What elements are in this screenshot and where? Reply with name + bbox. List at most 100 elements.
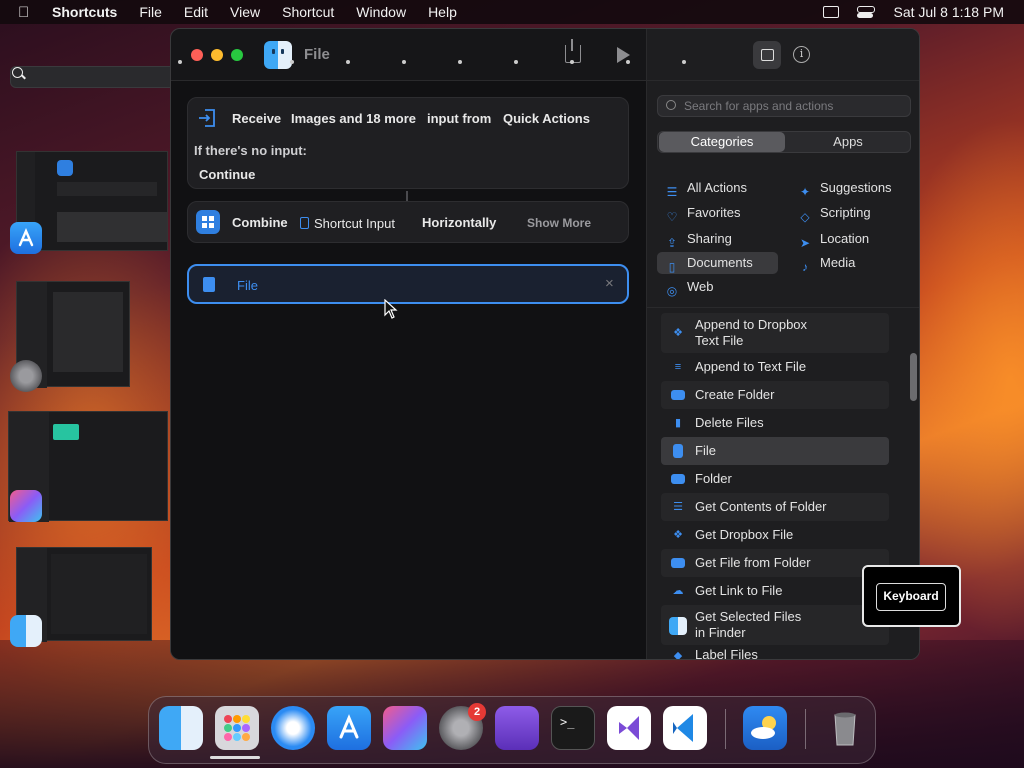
menu-window[interactable]: Window (356, 4, 406, 20)
dock-safari-icon[interactable] (271, 706, 315, 750)
dropbox-icon: ❖ (673, 529, 683, 541)
dock: >_ (148, 696, 876, 764)
action-label: Delete Files (695, 415, 764, 430)
dock-terminal-icon[interactable]: >_ (551, 706, 595, 750)
menu-shortcut[interactable]: Shortcut (282, 4, 334, 20)
category-scripting[interactable]: ◇ Scripting (790, 202, 910, 224)
dock-running-indicator (626, 60, 630, 64)
category-label: Documents (687, 255, 753, 270)
show-more-button[interactable]: Show More (527, 216, 591, 230)
remove-action-close-icon[interactable]: × (605, 275, 614, 292)
category-all-actions[interactable]: ☰ All Actions (657, 177, 777, 199)
mouse-pointer-icon (384, 299, 398, 319)
action-library-button[interactable] (753, 41, 781, 69)
action-label: File (695, 443, 716, 458)
dock-separator (725, 709, 726, 749)
search-icon (666, 100, 676, 110)
control-center-icon[interactable] (857, 5, 876, 19)
list-item-delete-files[interactable]: ▮ Delete Files (661, 409, 889, 437)
category-label: All Actions (687, 180, 747, 195)
menu-help[interactable]: Help (428, 4, 457, 20)
category-web[interactable]: ◎ Web (657, 276, 777, 298)
text-file-icon: ≡ (674, 361, 682, 373)
list-item-create-folder[interactable]: Create Folder (661, 381, 889, 409)
list-item-file[interactable]: File (661, 437, 889, 465)
category-sharing[interactable]: ⇪ Sharing (657, 228, 777, 250)
folder-icon (671, 558, 685, 568)
category-label: Location (820, 231, 870, 246)
combine-mode-token[interactable]: Horizontally (422, 215, 496, 230)
category-media[interactable]: ♪ Media (790, 252, 910, 274)
menu-app-name[interactable]: Shortcuts (52, 4, 117, 20)
list-item-label-files[interactable]: ◆ Label Files (661, 647, 889, 660)
dock-trash-icon[interactable] (823, 706, 867, 750)
shortcut-title[interactable]: File (304, 46, 330, 63)
no-input-continue-token[interactable]: Continue (199, 167, 255, 182)
list-item-get-link-to-file[interactable]: ☁ Get Link to File (661, 577, 889, 605)
dock-visual-studio-icon[interactable] (607, 706, 651, 750)
finder-icon (669, 617, 687, 635)
receive-icon (196, 106, 220, 130)
cloud-icon: ☁ (672, 585, 684, 597)
dock-launchpad-icon[interactable] (215, 706, 259, 750)
list-item-append-to-dropbox-text-file[interactable]: ❖ Append to Dropbox Text File (661, 313, 889, 353)
keyboard-overlay[interactable]: Keyboard (862, 565, 961, 627)
dock-finder-icon[interactable] (159, 706, 203, 750)
action-label: Create Folder (695, 387, 775, 402)
combine-input-token[interactable]: Shortcut Input (314, 216, 395, 231)
dock-weather-icon[interactable] (743, 706, 787, 750)
action-search-input[interactable]: Search for apps and actions (657, 95, 911, 117)
menu-view[interactable]: View (230, 4, 260, 20)
dock-app-icon-purple[interactable] (495, 706, 539, 750)
shortcut-finder-icon[interactable] (264, 41, 292, 69)
menu-clock[interactable]: Sat Jul 8 1:18 PM (893, 4, 1004, 20)
action-list-scrollbar[interactable] (910, 353, 917, 401)
menu-file[interactable]: File (139, 4, 162, 20)
list-item-get-contents-of-folder[interactable]: ☰ Get Contents of Folder (661, 493, 889, 521)
system-settings-badge: 2 (468, 703, 486, 721)
action-label: Folder (695, 471, 732, 486)
dock-app-store-icon[interactable] (327, 706, 371, 750)
dropbox-icon: ❖ (673, 327, 683, 339)
action-label: Get Link to File (695, 583, 783, 598)
combine-action-card[interactable]: Combine Shortcut Input Horizontally Show… (187, 201, 629, 243)
apple-menu-icon[interactable]:  (18, 4, 36, 21)
file-action-card[interactable]: File × (187, 264, 629, 304)
minimize-button[interactable] (211, 49, 223, 61)
document-icon: ▯ (668, 260, 676, 274)
dock-shortcuts-icon[interactable] (383, 706, 427, 750)
segment-categories[interactable]: Categories (659, 132, 785, 152)
keyboard-label: Keyboard (876, 583, 946, 611)
dock-running-indicator (402, 60, 406, 64)
tag-icon: ◆ (673, 650, 683, 660)
list-item-get-selected-files-in-finder[interactable]: Get Selected Files in Finder (661, 605, 889, 645)
compass-icon: ◎ (666, 284, 678, 298)
menu-edit[interactable]: Edit (184, 4, 208, 20)
list-item-get-dropbox-file[interactable]: ❖ Get Dropbox File (661, 521, 889, 549)
category-location[interactable]: ➤ Location (790, 228, 910, 250)
info-icon[interactable]: i (793, 46, 810, 63)
receive-source-token[interactable]: Quick Actions (503, 111, 590, 126)
action-label: Get Dropbox File (695, 527, 794, 542)
dock-running-indicator (682, 60, 686, 64)
category-suggestions[interactable]: ✦ Suggestions (790, 177, 910, 199)
segment-apps[interactable]: Apps (785, 132, 911, 152)
list-item-get-file-from-folder[interactable]: Get File from Folder (661, 549, 889, 577)
zoom-button[interactable] (231, 49, 243, 61)
category-favorites[interactable]: ♡ Favorites (657, 202, 777, 224)
sidebar-toolbar: i (647, 29, 919, 81)
dock-active-app-indicator (210, 756, 260, 759)
receive-types-token[interactable]: Images and 18 more (291, 111, 416, 126)
file-action-label[interactable]: File (237, 278, 258, 293)
no-input-label: If there's no input: (194, 143, 307, 158)
action-label: Get File from Folder (695, 555, 811, 570)
list-item-append-to-text-file[interactable]: ≡ Append to Text File (661, 353, 889, 381)
screen-mirroring-icon[interactable] (823, 6, 840, 18)
close-button[interactable] (191, 49, 203, 61)
category-documents[interactable]: ▯ Documents (657, 252, 778, 274)
receive-action-card[interactable]: Receive Images and 18 more input from Qu… (187, 97, 629, 189)
share-icon: ⇪ (666, 236, 678, 250)
dock-vscode-icon[interactable] (663, 706, 707, 750)
list-item-folder[interactable]: Folder (661, 465, 889, 493)
action-label: Text File (695, 333, 744, 348)
